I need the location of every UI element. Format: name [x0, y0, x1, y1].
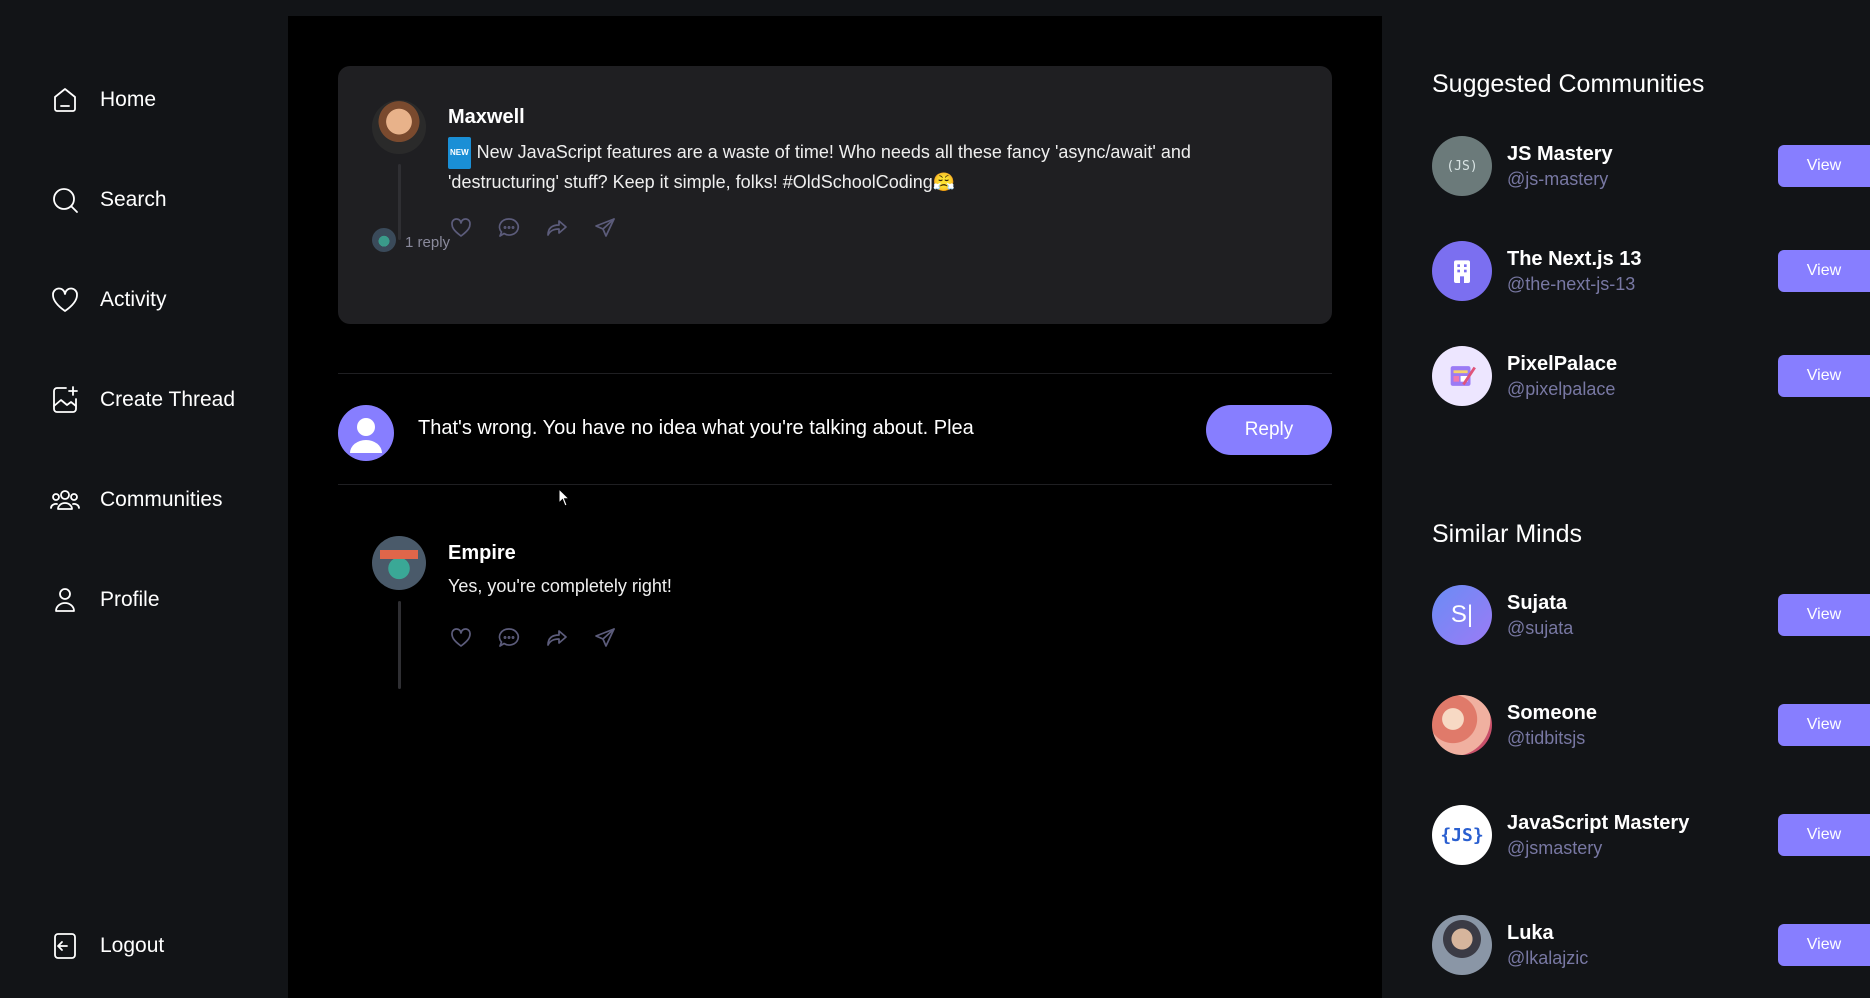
nav-label: Search — [100, 188, 167, 211]
community-name: JS Mastery — [1507, 143, 1613, 165]
user-row: Someone @tidbitsjs View — [1432, 695, 1870, 757]
repost-icon[interactable] — [544, 215, 570, 241]
someone-avatar — [1432, 695, 1492, 755]
avatar-initial: S| — [1450, 601, 1474, 628]
divider — [338, 373, 1332, 374]
suggested-communities-title: Suggested Communities — [1432, 70, 1705, 98]
search-icon — [48, 183, 82, 217]
comment-icon[interactable] — [496, 625, 522, 651]
comment-input[interactable] — [418, 417, 1178, 440]
new-badge: NEW — [448, 137, 471, 169]
nav-label: Profile — [100, 588, 160, 611]
user-icon — [350, 418, 382, 453]
thread-card: Maxwell NEW New JavaScript features are a… — [338, 66, 1332, 324]
logout-button[interactable]: Logout — [48, 926, 164, 966]
logout-icon — [48, 929, 82, 963]
replier-avatar — [372, 228, 396, 252]
user-handle: @tidbitsjs — [1507, 728, 1586, 748]
emoji: 😤 — [932, 172, 956, 192]
nav-label: Activity — [100, 288, 167, 311]
similar-minds-title: Similar Minds — [1432, 520, 1583, 548]
nav-item-communities[interactable]: Communities — [48, 480, 223, 520]
reply-actions — [448, 625, 618, 651]
palette-icon — [1432, 346, 1492, 406]
user-row: S| Sujata @sujata View — [1432, 585, 1870, 647]
create-thread-icon — [48, 383, 82, 417]
like-icon[interactable] — [448, 625, 474, 651]
user-name: Sujata — [1507, 592, 1568, 614]
like-icon[interactable] — [448, 215, 474, 241]
user-handle: @jsmastery — [1507, 838, 1603, 858]
left-sidebar: Home Search Activity Create Thread Commu… — [0, 0, 288, 998]
js-mastery-logo: (JS) — [1432, 136, 1492, 196]
view-button[interactable]: View — [1778, 704, 1870, 746]
view-button[interactable]: View — [1778, 594, 1870, 636]
repost-icon[interactable] — [544, 625, 570, 651]
user-row: {JS} JavaScript Mastery @jsmastery View — [1432, 805, 1870, 867]
community-row: The Next.js 13 @the-next-js-13 View — [1432, 241, 1870, 303]
community-handle: @pixelpalace — [1507, 379, 1616, 399]
reply-line — [398, 601, 401, 689]
user-name: Luka — [1507, 922, 1554, 944]
nav-item-profile[interactable]: Profile — [48, 580, 160, 620]
current-user-avatar — [338, 405, 394, 461]
community-name: PixelPalace — [1507, 353, 1618, 375]
reply-button[interactable]: Reply — [1206, 405, 1332, 455]
reply-author[interactable]: Empire — [448, 542, 516, 565]
view-button[interactable]: View — [1778, 250, 1870, 292]
mouse-cursor-icon — [558, 488, 571, 507]
share-icon[interactable] — [592, 625, 618, 651]
view-button[interactable]: View — [1778, 924, 1870, 966]
nav-item-activity[interactable]: Activity — [48, 280, 167, 320]
community-handle: @the-next-js-13 — [1507, 274, 1636, 294]
logout-label: Logout — [100, 934, 165, 957]
user-icon — [48, 583, 82, 617]
community-row: PixelPalace @pixelpalace View — [1432, 346, 1870, 408]
heart-icon — [48, 283, 82, 317]
jsmastery-avatar: {JS} — [1432, 805, 1492, 865]
thread-line — [398, 164, 401, 240]
user-name: JavaScript Mastery — [1507, 812, 1690, 834]
comment-icon[interactable] — [496, 215, 522, 241]
user-handle: @lkalajzic — [1507, 948, 1589, 968]
view-button[interactable]: View — [1778, 145, 1870, 187]
reply-text: Yes, you're completely right! — [448, 576, 672, 596]
community-row: (JS) JS Mastery @js-mastery View — [1432, 136, 1870, 198]
maxwell-avatar[interactable] — [372, 100, 426, 154]
reply-count[interactable]: 1 reply — [405, 234, 450, 251]
community-handle: @js-mastery — [1507, 169, 1609, 189]
building-icon — [1432, 241, 1492, 301]
thread-text: NEW New JavaScript features are a waste o… — [448, 137, 1248, 195]
view-button[interactable]: View — [1778, 814, 1870, 856]
user-handle: @sujata — [1507, 618, 1574, 638]
community-name: The Next.js 13 — [1507, 248, 1642, 270]
communities-icon — [48, 483, 82, 517]
share-icon[interactable] — [592, 215, 618, 241]
thread-body: New JavaScript features are a waste of t… — [448, 142, 1191, 192]
user-name: Someone — [1507, 702, 1598, 724]
nav-label: Communities — [100, 488, 223, 511]
main-content: Maxwell NEW New JavaScript features are a… — [288, 16, 1382, 998]
luka-avatar — [1432, 915, 1492, 975]
nav-label: Home — [100, 88, 157, 111]
nav-label: Create Thread — [100, 388, 236, 411]
nav-item-create-thread[interactable]: Create Thread — [48, 380, 235, 420]
divider — [338, 484, 1332, 485]
sujata-avatar: S| — [1432, 585, 1492, 645]
avatar-banner — [380, 550, 418, 559]
empire-avatar[interactable] — [372, 536, 426, 590]
thread-actions — [448, 215, 618, 241]
user-row: Luka @lkalajzic View — [1432, 915, 1870, 977]
right-sidebar: Suggested Communities (JS) JS Mastery @j… — [1382, 0, 1870, 998]
nav-item-search[interactable]: Search — [48, 180, 167, 220]
thread-author[interactable]: Maxwell — [448, 106, 525, 129]
view-button[interactable]: View — [1778, 355, 1870, 397]
home-icon — [48, 83, 82, 117]
nav-item-home[interactable]: Home — [48, 80, 156, 120]
